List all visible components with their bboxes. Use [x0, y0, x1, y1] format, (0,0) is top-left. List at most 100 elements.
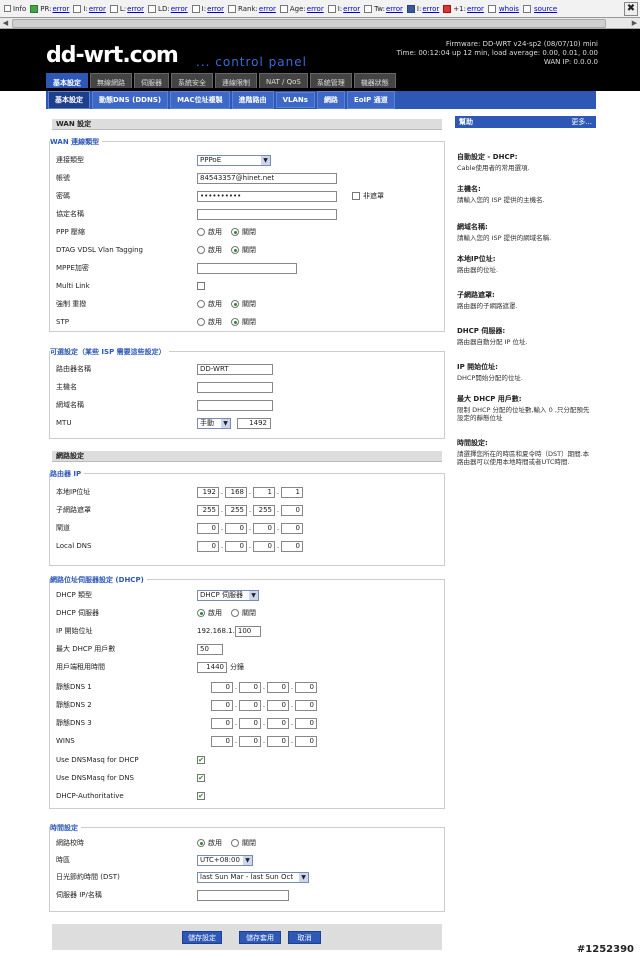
facebook-icon[interactable] — [406, 4, 415, 13]
local-ip-octet-2[interactable]: 168 — [225, 486, 247, 498]
seo-item[interactable]: Info — [4, 5, 26, 13]
router-name-input[interactable]: DD-WRT — [197, 363, 273, 375]
subnet-mask-octet-2[interactable]: 255 — [225, 504, 247, 516]
seo-item-value[interactable]: error — [207, 5, 224, 13]
static-dns1-octet-1[interactable]: 0 — [211, 681, 233, 693]
wins-octet-1[interactable]: 0 — [211, 735, 233, 747]
seo-item-value[interactable]: error — [467, 5, 484, 13]
dnsmasq-dns-checkbox[interactable]: ✔ — [197, 774, 205, 782]
connection-type-select-chevron-down-icon[interactable]: ▼ — [261, 155, 270, 165]
tab-sub-0[interactable]: 基本設定 — [48, 91, 90, 109]
static-dns3-octet-2[interactable]: 0 — [239, 717, 261, 729]
local-ip-octet-3[interactable]: 1 — [253, 486, 275, 498]
tab-sub-4[interactable]: VLANs — [275, 92, 315, 108]
dnsmasq-dhcp-checkbox[interactable]: ✔ — [197, 756, 205, 764]
seo-item[interactable]: I: error — [406, 4, 439, 13]
save-button[interactable]: 儲存設定 — [182, 931, 222, 944]
tab-main-1[interactable]: 無線網路 — [90, 73, 132, 88]
max-users-input[interactable]: 50 — [197, 643, 223, 655]
tab-sub-5[interactable]: 網路 — [316, 91, 345, 109]
static-dns2-octet-4[interactable]: 0 — [295, 699, 317, 711]
connection-type-select[interactable]: PPPoE ▼ — [197, 154, 271, 166]
local-dns-octet-4[interactable]: 0 — [281, 540, 303, 552]
help-more-link[interactable]: 更多... — [571, 116, 592, 128]
wins-octet-4[interactable]: 0 — [295, 735, 317, 747]
tab-main-2[interactable]: 伺服器 — [134, 73, 169, 88]
subnet-mask-octet-4[interactable]: 0 — [281, 504, 303, 516]
dhcp-type-select-chevron-down-icon[interactable]: ▼ — [249, 590, 258, 600]
dhcp-server-enable-radio[interactable] — [197, 609, 205, 617]
force-reconnect-enable-radio[interactable] — [197, 300, 205, 308]
time-zone-select-chevron-down-icon[interactable]: ▼ — [243, 855, 252, 865]
tab-main-4[interactable]: 連線限制 — [215, 73, 257, 88]
linkdomain-icon[interactable] — [148, 4, 157, 13]
gateway-octet-4[interactable]: 0 — [281, 522, 303, 534]
seo-item[interactable]: source — [522, 4, 557, 13]
seo-item[interactable]: PR: error — [30, 4, 69, 13]
dhcp-authoritative-checkbox[interactable]: ✔ — [197, 792, 205, 800]
twitter-icon[interactable] — [364, 4, 373, 13]
mtu-mode-select-chevron-down-icon[interactable]: ▼ — [221, 418, 230, 428]
dtag-vlan-enable-radio[interactable] — [197, 246, 205, 254]
lease-time-input[interactable]: 1440 — [197, 661, 227, 673]
hostname-input[interactable] — [197, 381, 273, 393]
static-dns1-octet-4[interactable]: 0 — [295, 681, 317, 693]
seo-item[interactable]: I: error — [73, 4, 106, 13]
seo-item[interactable]: Tw: error — [364, 4, 403, 13]
cancel-button[interactable]: 取消 — [288, 931, 321, 944]
static-dns3-octet-3[interactable]: 0 — [267, 717, 289, 729]
scroll-left-icon[interactable]: ◀ — [0, 18, 11, 29]
multilink-checkbox[interactable] — [197, 282, 205, 290]
local-dns-octet-3[interactable]: 0 — [253, 540, 275, 552]
ntp-client-enable-radio[interactable] — [197, 839, 205, 847]
static-dns3-octet-1[interactable]: 0 — [211, 717, 233, 729]
tab-main-7[interactable]: 機器狀態 — [353, 73, 396, 88]
tab-sub-1[interactable]: 動態DNS (DDNS) — [92, 91, 169, 109]
rank-icon[interactable] — [228, 4, 237, 13]
age-icon[interactable] — [279, 4, 288, 13]
close-toolbar-button[interactable]: ✖ — [624, 2, 638, 16]
seo-item[interactable]: +1: error — [443, 4, 484, 13]
seo-item-value[interactable]: error — [307, 5, 324, 13]
seo-item-value[interactable]: error — [52, 5, 69, 13]
apply-button[interactable]: 儲存套用 — [239, 931, 281, 944]
dhcp-type-select[interactable]: DHCP 伺服器 ▼ — [197, 589, 259, 601]
tab-main-3[interactable]: 系統安全 — [171, 73, 213, 88]
seo-item-value[interactable]: error — [343, 5, 360, 13]
ppp-compression-disable-radio[interactable] — [231, 228, 239, 236]
tab-main-6[interactable]: 系統管理 — [309, 73, 352, 88]
local-ip-octet-4[interactable]: 1 — [281, 486, 303, 498]
seo-item[interactable]: Rank: error — [228, 4, 276, 13]
yahoo-icon[interactable] — [327, 4, 336, 13]
static-dns3-octet-4[interactable]: 0 — [295, 717, 317, 729]
dhcp-server-disable-radio[interactable] — [231, 609, 239, 617]
ntp-client-disable-radio[interactable] — [231, 839, 239, 847]
tab-sub-3[interactable]: 進階路由 — [231, 91, 274, 109]
ntp-server-input[interactable] — [197, 889, 289, 901]
gateway-octet-2[interactable]: 0 — [225, 522, 247, 534]
scroll-right-icon[interactable]: ▶ — [629, 18, 640, 29]
wins-octet-2[interactable]: 0 — [239, 735, 261, 747]
static-dns1-octet-3[interactable]: 0 — [267, 681, 289, 693]
whois-icon[interactable] — [487, 4, 496, 13]
seo-item[interactable]: whois — [487, 4, 519, 13]
info-icon[interactable] — [4, 5, 11, 12]
subnet-mask-octet-3[interactable]: 255 — [253, 504, 275, 516]
username-input[interactable]: 84543357@hinet.net — [197, 172, 337, 184]
gateway-octet-1[interactable]: 0 — [197, 522, 219, 534]
scrollbar-thumb[interactable] — [12, 19, 606, 28]
mtu-input[interactable]: 1492 — [237, 417, 271, 429]
gateway-octet-3[interactable]: 0 — [253, 522, 275, 534]
subnet-mask-octet-1[interactable]: 255 — [197, 504, 219, 516]
source-icon[interactable] — [522, 4, 531, 13]
seo-item-value[interactable]: error — [171, 5, 188, 13]
mtu-mode-select[interactable]: 手動 ▼ — [197, 417, 231, 429]
dst-select-chevron-down-icon[interactable]: ▼ — [299, 872, 308, 882]
static-dns1-octet-2[interactable]: 0 — [239, 681, 261, 693]
service-name-input[interactable] — [197, 208, 337, 220]
seo-item[interactable]: I: error — [327, 4, 360, 13]
unmask-checkbox[interactable] — [352, 192, 360, 200]
stp-enable-radio[interactable] — [197, 318, 205, 326]
seo-item-value[interactable]: error — [127, 5, 144, 13]
static-dns2-octet-1[interactable]: 0 — [211, 699, 233, 711]
